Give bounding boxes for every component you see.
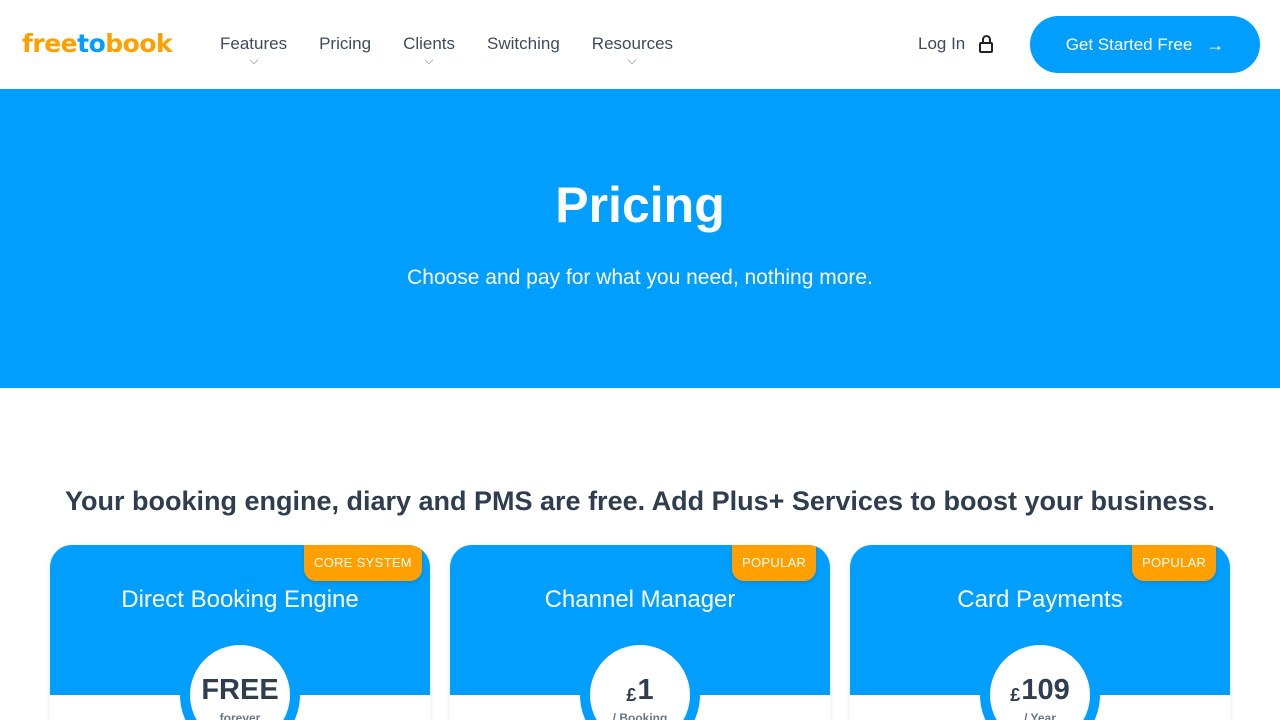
logo-text-book: book xyxy=(105,29,173,58)
nav-item-label: Resources xyxy=(591,34,674,53)
logo-text-to: to xyxy=(77,29,106,58)
price-period: / Year xyxy=(1024,711,1056,720)
lock-icon xyxy=(979,35,994,53)
chevron-down-icon xyxy=(628,55,637,65)
chevron-down-icon xyxy=(249,55,258,65)
get-started-button[interactable]: Get Started Free → xyxy=(1030,16,1260,73)
site-header: freetobook Features Pricing Clients Swit… xyxy=(0,0,1280,89)
login-label: Log In xyxy=(918,34,966,53)
price-period: forever xyxy=(219,711,261,720)
price-value: £1 xyxy=(626,674,654,706)
nav-item-label: Clients xyxy=(403,34,456,53)
card-title: Channel Manager xyxy=(544,586,736,613)
badge-core-system: CORE SYSTEM xyxy=(304,545,422,581)
card-title: Card Payments xyxy=(957,586,1123,613)
chevron-down-icon xyxy=(424,55,434,65)
nav-item-clients[interactable]: Clients xyxy=(387,33,471,65)
pricing-card-booking-engine[interactable]: CORE SYSTEM Direct Booking Engine FREE f… xyxy=(50,545,430,720)
price-period: / Booking xyxy=(612,711,668,720)
page-subtitle: Choose and pay for what you need, nothin… xyxy=(407,266,873,289)
pricing-card-card-payments[interactable]: POPULAR Card Payments £109 / Year xyxy=(850,545,1230,720)
badge-popular: POPULAR xyxy=(732,545,817,581)
nav-item-pricing[interactable]: Pricing xyxy=(303,33,387,55)
get-started-label: Get Started Free xyxy=(1065,34,1193,54)
price-value: £109 xyxy=(1010,674,1070,706)
section-heading: Your booking engine, diary and PMS are f… xyxy=(64,486,1216,516)
nav-item-label: Pricing xyxy=(319,34,372,53)
nav-item-label: Switching xyxy=(487,34,560,53)
page-title: Pricing xyxy=(555,177,725,233)
main-nav: Features Pricing Clients Switching Resou… xyxy=(204,33,689,65)
hero-banner: Pricing Choose and pay for what you need… xyxy=(0,89,1280,388)
logo-text-free: free xyxy=(22,29,78,58)
freetobook-logo[interactable]: freetobook xyxy=(22,28,173,60)
nav-item-resources[interactable]: Resources xyxy=(576,33,689,65)
card-title: Direct Booking Engine xyxy=(121,586,359,613)
arrow-right-icon: → xyxy=(1206,34,1225,55)
pricing-card-channel-manager[interactable]: POPULAR Channel Manager £1 / Booking xyxy=(450,545,830,720)
nav-item-switching[interactable]: Switching xyxy=(471,33,576,55)
login-link[interactable]: Log In xyxy=(918,34,994,54)
price-value: FREE xyxy=(201,674,279,706)
nav-item-label: Features xyxy=(220,34,288,53)
nav-item-features[interactable]: Features xyxy=(204,33,303,65)
badge-popular: POPULAR xyxy=(1132,545,1217,581)
